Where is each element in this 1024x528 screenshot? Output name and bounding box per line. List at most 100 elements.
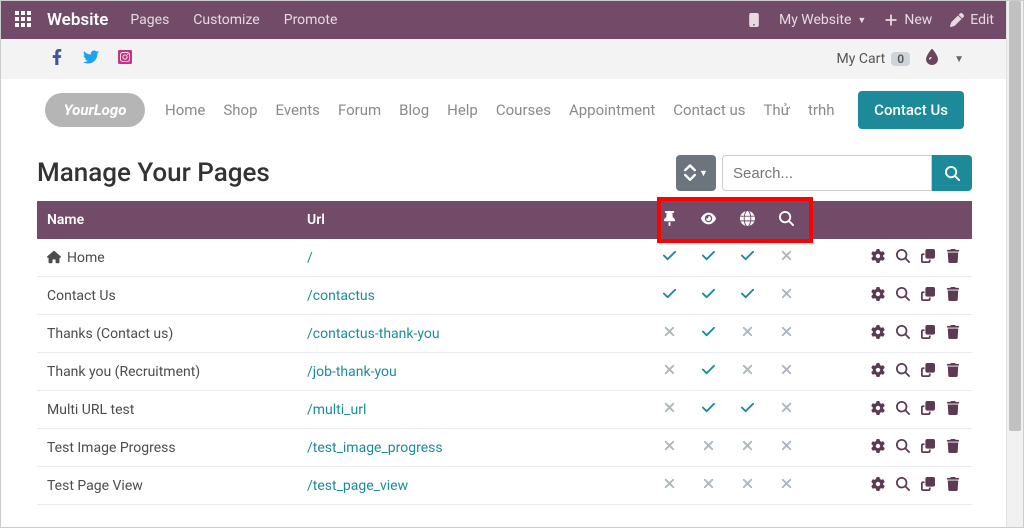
trash-icon[interactable] [946, 249, 960, 267]
gear-icon[interactable] [871, 249, 885, 267]
search-icon[interactable] [896, 325, 910, 343]
edit-button[interactable]: Edit [950, 12, 994, 28]
cross-icon[interactable] [740, 362, 755, 381]
copy-icon[interactable] [921, 249, 935, 267]
gear-icon[interactable] [871, 401, 885, 419]
cart-link[interactable]: My Cart 0 [837, 51, 911, 67]
apps-icon[interactable] [15, 11, 33, 29]
search-icon[interactable] [896, 401, 910, 419]
gear-icon[interactable] [871, 363, 885, 381]
check-icon[interactable] [662, 248, 677, 267]
check-icon[interactable] [701, 362, 716, 381]
trash-icon[interactable] [946, 287, 960, 305]
new-button[interactable]: New [884, 12, 932, 28]
cross-icon[interactable] [740, 438, 755, 457]
logo-caret-icon[interactable]: ▼ [954, 54, 964, 65]
sort-button[interactable]: ▼ [676, 155, 716, 191]
trash-icon[interactable] [946, 477, 960, 495]
check-icon[interactable] [701, 248, 716, 267]
cross-icon[interactable] [740, 476, 755, 495]
cross-icon[interactable] [779, 400, 794, 419]
contact-us-button[interactable]: Contact Us [858, 91, 964, 129]
cross-icon[interactable] [779, 324, 794, 343]
instagram-icon[interactable] [117, 49, 133, 69]
check-icon[interactable] [701, 400, 716, 419]
copy-icon[interactable] [921, 363, 935, 381]
page-url-link[interactable]: /contactus [307, 288, 375, 304]
cross-icon[interactable] [779, 362, 794, 381]
check-icon[interactable] [701, 324, 716, 343]
page-url-link[interactable]: /test_page_view [307, 478, 408, 494]
sitenav-item-3[interactable]: Forum [338, 101, 381, 119]
sitenav-item-4[interactable]: Blog [399, 101, 429, 119]
cross-icon[interactable] [662, 324, 677, 343]
sitenav-item-9[interactable]: Thử [763, 101, 790, 119]
site-logo[interactable]: YourLogo [45, 93, 145, 127]
gear-icon[interactable] [871, 325, 885, 343]
cross-icon[interactable] [779, 286, 794, 305]
sitenav-item-6[interactable]: Courses [496, 101, 551, 119]
facebook-icon[interactable] [49, 49, 65, 69]
search-icon[interactable] [896, 249, 910, 267]
search-icon[interactable] [896, 287, 910, 305]
check-icon[interactable] [662, 286, 677, 305]
header-url[interactable]: Url [307, 212, 650, 228]
gear-icon[interactable] [871, 287, 885, 305]
page-url-link[interactable]: /contactus-thank-you [307, 326, 440, 342]
check-icon[interactable] [740, 286, 755, 305]
sitenav-item-8[interactable]: Contact us [673, 101, 745, 119]
trash-icon[interactable] [946, 439, 960, 457]
check-icon[interactable] [701, 286, 716, 305]
sitenav-item-1[interactable]: Shop [223, 101, 257, 119]
copy-icon[interactable] [921, 401, 935, 419]
sitenav-item-7[interactable]: Appointment [569, 101, 655, 119]
page-url-link[interactable]: /job-thank-you [307, 364, 397, 380]
topbar-menu-pages[interactable]: Pages [130, 12, 169, 28]
cross-icon[interactable] [662, 438, 677, 457]
vertical-scrollbar[interactable] [1006, 1, 1023, 527]
company-logo-drop-icon[interactable] [924, 49, 940, 69]
cross-icon[interactable] [701, 438, 716, 457]
cross-icon[interactable] [662, 400, 677, 419]
cross-icon[interactable] [662, 362, 677, 381]
cross-icon[interactable] [701, 476, 716, 495]
page-url-link[interactable]: /multi_url [307, 402, 366, 418]
trash-icon[interactable] [946, 325, 960, 343]
check-icon[interactable] [740, 248, 755, 267]
topbar-menu-promote[interactable]: Promote [284, 12, 338, 28]
sitenav-item-5[interactable]: Help [447, 101, 478, 119]
sitenav-item-2[interactable]: Events [276, 101, 320, 119]
copy-icon[interactable] [921, 439, 935, 457]
copy-icon[interactable] [921, 287, 935, 305]
website-selector[interactable]: My Website▼ [779, 12, 866, 28]
twitter-icon[interactable] [83, 49, 99, 69]
search-button[interactable] [932, 155, 972, 191]
trash-icon[interactable] [946, 401, 960, 419]
table-header: Name Url [37, 201, 972, 239]
cross-icon[interactable] [779, 476, 794, 495]
table-row: Contact Us/contactus [37, 277, 972, 315]
cross-icon[interactable] [779, 438, 794, 457]
sitenav-item-0[interactable]: Home [165, 101, 205, 119]
topbar-menu-customize[interactable]: Customize [193, 12, 259, 28]
gear-icon[interactable] [871, 477, 885, 495]
page-url-link[interactable]: /test_image_progress [307, 440, 443, 456]
search-input[interactable] [722, 155, 932, 191]
search-icon[interactable] [896, 439, 910, 457]
copy-icon[interactable] [921, 325, 935, 343]
page-url-link[interactable]: / [307, 250, 313, 266]
check-icon[interactable] [740, 400, 755, 419]
cross-icon[interactable] [779, 248, 794, 267]
header-name[interactable]: Name [47, 212, 307, 228]
search-icon[interactable] [896, 477, 910, 495]
cross-icon[interactable] [662, 476, 677, 495]
page-name: Home [47, 250, 307, 266]
copy-icon[interactable] [921, 477, 935, 495]
sitenav-item-10[interactable]: trhh [808, 101, 835, 119]
search-icon[interactable] [896, 363, 910, 381]
cross-icon[interactable] [740, 324, 755, 343]
gear-icon[interactable] [871, 439, 885, 457]
mobile-preview-icon[interactable] [747, 13, 761, 27]
trash-icon[interactable] [946, 363, 960, 381]
app-brand[interactable]: Website [47, 10, 108, 30]
